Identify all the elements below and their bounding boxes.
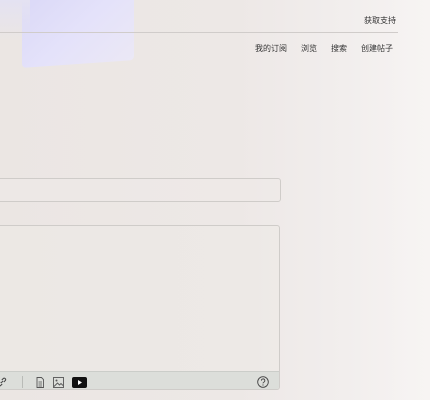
nav-create-post[interactable]: 创建帖子 (361, 43, 393, 54)
toolbar-divider (22, 376, 23, 388)
editor-toolbar (0, 371, 279, 389)
nav-browse[interactable]: 浏览 (301, 43, 317, 54)
post-body-editor (0, 225, 280, 390)
video-icon[interactable] (71, 375, 87, 389)
image-icon[interactable] (51, 375, 65, 389)
top-bar-divider (0, 32, 398, 33)
help-icon[interactable] (256, 375, 270, 389)
get-support-link[interactable]: 获取支持 (364, 15, 396, 26)
nav-my-subscriptions[interactable]: 我的订阅 (255, 43, 287, 54)
document-icon[interactable] (33, 375, 47, 389)
main-nav: 我的订阅 浏览 搜索 创建帖子 (255, 43, 393, 54)
screen-edge-highlight (388, 0, 430, 400)
nav-search[interactable]: 搜索 (331, 43, 347, 54)
post-title-input[interactable] (0, 178, 281, 202)
post-body-textarea[interactable] (0, 226, 279, 371)
resize-grip-icon[interactable] (268, 363, 276, 379)
top-bar: 获取支持 (0, 0, 430, 33)
link-icon[interactable] (0, 375, 9, 389)
